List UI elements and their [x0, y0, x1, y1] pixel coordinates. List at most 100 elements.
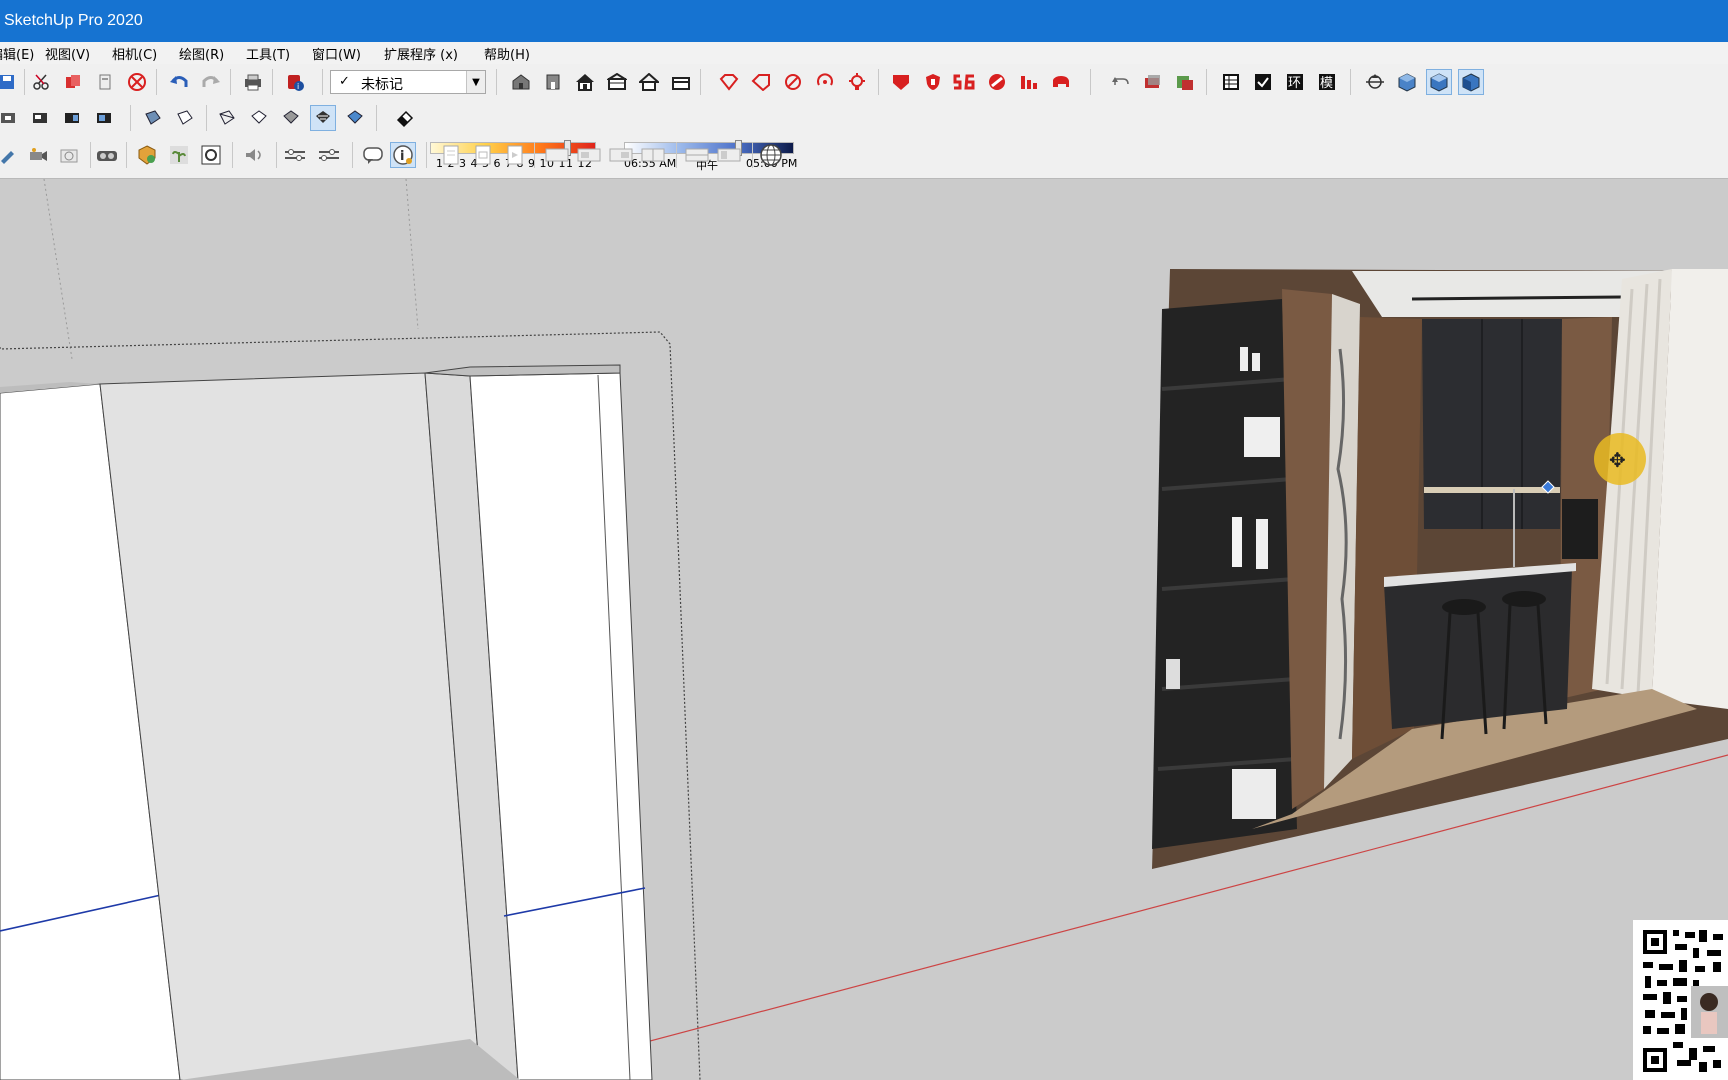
- print-icon[interactable]: [240, 69, 266, 95]
- checkbox-icon[interactable]: [1250, 69, 1276, 95]
- cube-blue-icon[interactable]: [1394, 69, 1420, 95]
- kitchen-render-image[interactable]: ✥: [1152, 269, 1728, 869]
- separator: [534, 142, 535, 168]
- svg-text:i: i: [400, 149, 404, 164]
- snapshot-icon[interactable]: [56, 142, 82, 168]
- shaded-box-icon[interactable]: [140, 105, 166, 131]
- svg-text:i: i: [297, 82, 299, 91]
- undo-icon[interactable]: [166, 69, 192, 95]
- tool-book-icon[interactable]: [1140, 69, 1166, 95]
- layout-mo-icon[interactable]: 模: [1314, 69, 1340, 95]
- menu-item[interactable]: 绘图(R): [179, 44, 224, 63]
- hidden-line-icon[interactable]: [172, 105, 198, 131]
- component4-icon[interactable]: [92, 105, 118, 131]
- paste-icon[interactable]: [92, 69, 118, 95]
- 3d-viewport[interactable]: ✥: [0, 179, 1728, 1080]
- sliders-icon[interactable]: [282, 142, 308, 168]
- component-icon[interactable]: [0, 105, 22, 131]
- house-section-icon[interactable]: [668, 69, 694, 95]
- table-icon[interactable]: [1218, 69, 1244, 95]
- separator: [206, 105, 207, 131]
- circle-slash-icon[interactable]: [984, 69, 1010, 95]
- info-icon[interactable]: i: [390, 142, 416, 168]
- style-icon[interactable]: [342, 105, 368, 131]
- layer-select[interactable]: ✓ 未标记 ▼: [330, 70, 486, 94]
- light-bulb-icon[interactable]: [844, 69, 870, 95]
- cube-blue2-icon[interactable]: [1426, 69, 1452, 95]
- sliders2-icon[interactable]: [316, 142, 342, 168]
- toolbar-row-3: i: [0, 138, 800, 174]
- ruby-icon[interactable]: [716, 69, 742, 95]
- wireframe-icon[interactable]: [214, 105, 240, 131]
- paint-red-icon[interactable]: [780, 69, 806, 95]
- erase-icon[interactable]: [124, 69, 150, 95]
- s56-icon[interactable]: [952, 69, 978, 95]
- component2-icon[interactable]: [28, 105, 54, 131]
- globe-icon[interactable]: [758, 142, 784, 168]
- eraser-icon[interactable]: [392, 105, 418, 131]
- layout4-icon[interactable]: [640, 142, 666, 168]
- elephant-icon[interactable]: [1048, 69, 1074, 95]
- layout2-icon[interactable]: [576, 142, 602, 168]
- section-plane-icon[interactable]: [1362, 69, 1388, 95]
- qr-code-image: [1633, 920, 1728, 1080]
- model-info-icon[interactable]: i: [282, 69, 308, 95]
- chevron-down-icon[interactable]: ▼: [466, 71, 485, 93]
- house-outline-icon[interactable]: [636, 69, 662, 95]
- shield-red-icon[interactable]: [920, 69, 946, 95]
- vr-headset-icon[interactable]: [94, 142, 120, 168]
- doc2-icon[interactable]: [470, 142, 496, 168]
- title-bar: SketchUp Pro 2020: [0, 0, 1728, 42]
- redo-icon[interactable]: [198, 69, 224, 95]
- layout1-icon[interactable]: [544, 142, 570, 168]
- menu-item[interactable]: 视图(V): [45, 44, 90, 63]
- chart-red-icon[interactable]: [1016, 69, 1042, 95]
- shaded-texture-icon[interactable]: [310, 105, 336, 131]
- doc-icon[interactable]: [438, 142, 464, 168]
- house-front-icon[interactable]: [540, 69, 566, 95]
- plant-icon[interactable]: [166, 142, 192, 168]
- menu-item[interactable]: 工具(T): [246, 44, 290, 63]
- copy-icon[interactable]: [60, 69, 86, 95]
- menu-item[interactable]: 编辑(E): [0, 44, 34, 63]
- component3-icon[interactable]: [60, 105, 86, 131]
- layout6-icon[interactable]: [716, 142, 742, 168]
- menu-bar: 编辑(E) 视图(V) 相机(C) 绘图(R) 工具(T) 窗口(W) 扩展程序 (x) 帮助…: [0, 42, 1728, 64]
- separator: [700, 69, 701, 95]
- toolbar-area: i ✓ 未标记 ▼ 环 模 1 3 4 6 9 10 11 12 06:55 A…: [0, 64, 1728, 179]
- layout-huan-icon[interactable]: 环: [1282, 69, 1308, 95]
- speaker-icon[interactable]: [242, 142, 268, 168]
- separator: [24, 69, 25, 95]
- separator: [676, 142, 677, 168]
- save-icon[interactable]: [0, 69, 20, 95]
- settings-frame-icon[interactable]: [198, 142, 224, 168]
- shield-gold-icon[interactable]: [134, 142, 160, 168]
- tag-red-icon[interactable]: [748, 69, 774, 95]
- menu-item[interactable]: 窗口(W): [312, 44, 361, 63]
- menu-item[interactable]: 帮助(H): [484, 44, 530, 63]
- menu-item[interactable]: 扩展程序 (x): [384, 44, 458, 63]
- camera-icon[interactable]: [24, 142, 50, 168]
- rotate-red-icon[interactable]: [812, 69, 838, 95]
- separator: [376, 105, 377, 131]
- plugin-icon[interactable]: [1172, 69, 1198, 95]
- toolbar-row-2: 1 2 3 4 5 6 7 8 9 10 11 12 06:55 AM 中午 0…: [0, 100, 812, 172]
- rbc-icon[interactable]: [888, 69, 914, 95]
- xray-icon[interactable]: [246, 105, 272, 131]
- monochrome-icon[interactable]: [278, 105, 304, 131]
- house-home-icon[interactable]: [572, 69, 598, 95]
- undo-outline-icon[interactable]: [1108, 69, 1134, 95]
- cut-icon[interactable]: [28, 69, 54, 95]
- house-top-icon[interactable]: [604, 69, 630, 95]
- layout3-icon[interactable]: [608, 142, 634, 168]
- menu-item[interactable]: 相机(C): [112, 44, 157, 63]
- chat-icon[interactable]: [360, 142, 386, 168]
- separator: [276, 142, 277, 168]
- doc3-icon[interactable]: [502, 142, 528, 168]
- layer-check-icon: ✓: [339, 74, 350, 89]
- cube-blue3-icon[interactable]: [1458, 69, 1484, 95]
- house-iso-icon[interactable]: [508, 69, 534, 95]
- pen-tool-icon[interactable]: [0, 142, 22, 168]
- separator: [272, 69, 273, 95]
- layout5-icon[interactable]: [684, 142, 710, 168]
